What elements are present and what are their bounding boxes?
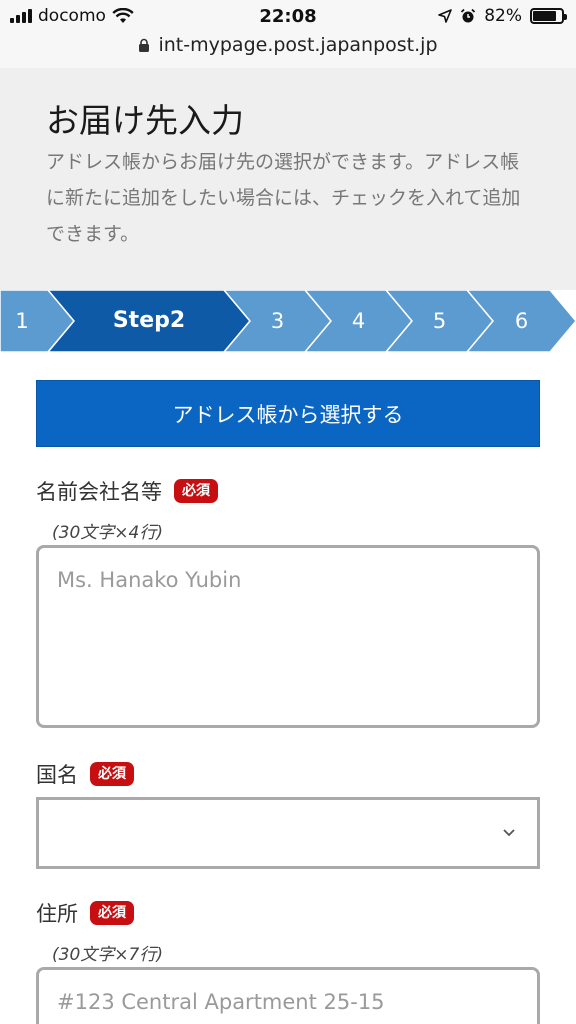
country-select[interactable]: [36, 797, 540, 869]
required-badge: 必須: [90, 762, 134, 786]
step-label-1: 1: [15, 309, 29, 333]
alarm-icon: [461, 8, 476, 23]
name-field-hint: (30文字×4行): [52, 523, 163, 543]
battery-icon: [530, 8, 567, 24]
address-textarea[interactable]: [36, 967, 540, 1024]
name-field-label: 名前会社名等 必須: [36, 476, 218, 506]
status-right: 82%: [438, 6, 567, 26]
lock-icon: [139, 38, 150, 52]
address-label-text: 住所: [36, 902, 78, 926]
step-label-4: 4: [351, 309, 366, 333]
country-label-text: 国名: [36, 763, 78, 787]
step-indicator: 1 Step2 3 4 5 6: [0, 290, 576, 352]
chevron-down-icon: [503, 829, 515, 837]
name-label-text: 名前会社名等: [36, 480, 162, 504]
page-header: お届け先入力 アドレス帳からお届け先の選択ができます。アドレス帳に新たに追加をし…: [0, 68, 576, 290]
address-bar[interactable]: int-mypage.post.japanpost.jp: [0, 34, 576, 56]
country-field-label: 国名 必須: [36, 759, 134, 789]
step-label-6: 6: [514, 309, 529, 333]
status-bar: docomo 22:08 82% int-mypage.post.japanpo…: [0, 0, 576, 68]
step-label-2: Step2: [112, 308, 186, 333]
required-badge: 必須: [174, 479, 218, 503]
page-description: アドレス帳からお届け先の選択ができます。アドレス帳に新たに追加をしたい場合には、…: [46, 151, 521, 245]
step-label-5: 5: [432, 309, 447, 333]
step-label-3: 3: [270, 309, 285, 333]
name-textarea[interactable]: [36, 545, 540, 728]
url-text[interactable]: int-mypage.post.japanpost.jp: [158, 34, 437, 56]
address-field-label: 住所 必須: [36, 898, 134, 928]
battery-percent: 82%: [484, 6, 522, 26]
battery-fill: [533, 11, 556, 21]
select-from-address-book-button[interactable]: アドレス帳から選択する: [36, 380, 540, 447]
address-field-hint: (30文字×7行): [52, 945, 163, 965]
required-badge: 必須: [90, 901, 134, 925]
location-arrow-icon: [438, 9, 453, 23]
page-title: お届け先入力: [46, 101, 244, 140]
